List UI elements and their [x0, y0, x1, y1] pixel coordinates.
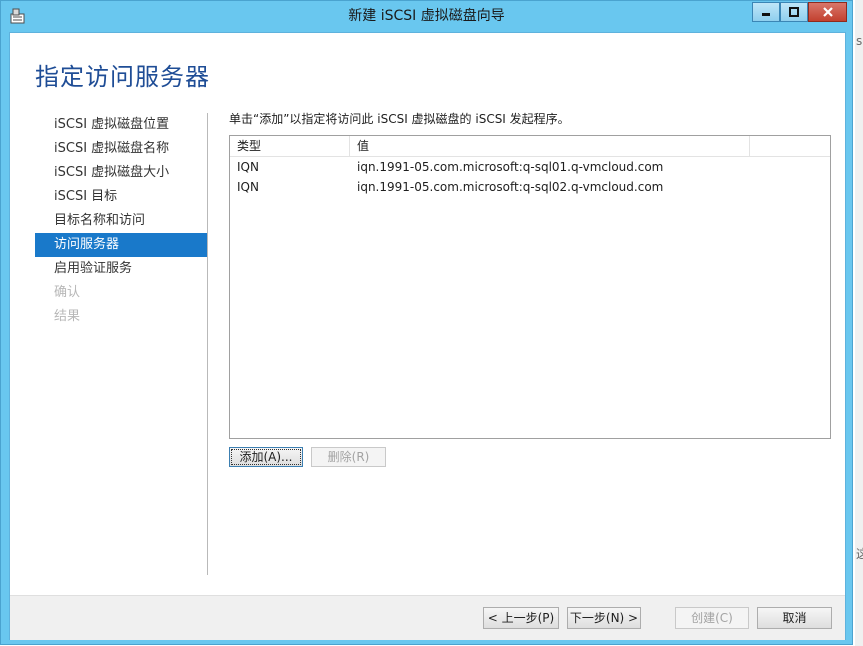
- cancel-button[interactable]: 取消: [757, 607, 832, 629]
- maximize-button[interactable]: [780, 2, 808, 22]
- background-text-fragment: 这: [856, 547, 863, 561]
- add-button[interactable]: 添加(A)...: [229, 447, 303, 467]
- maximize-icon: [789, 7, 799, 17]
- nav-step-8: 确认: [54, 285, 81, 300]
- next-button[interactable]: 下一步(N) >: [567, 607, 641, 629]
- nav-step-9: 结果: [54, 309, 81, 324]
- wizard-window: 新建 iSCSI 虚拟磁盘向导 指定访问服务器 iSCSI 虚拟磁盘位置 iSCS…: [0, 0, 853, 645]
- column-header-empty[interactable]: [750, 136, 831, 156]
- wizard-step-nav: iSCSI 虚拟磁盘位置 iSCSI 虚拟磁盘名称 iSCSI 虚拟磁盘大小 iSCS…: [35, 113, 207, 329]
- background-text-fragment: s: [856, 34, 863, 48]
- row-type: IQN: [237, 160, 259, 174]
- close-button[interactable]: [808, 2, 847, 22]
- nav-step-3[interactable]: iSCSI 虚拟磁盘大小: [35, 161, 207, 185]
- list-row[interactable]: IQN iqn.1991-05.com.microsoft:q-sql02.q-…: [230, 177, 830, 197]
- nav-step-6[interactable]: 访问服务器: [35, 233, 207, 257]
- list-row[interactable]: IQN iqn.1991-05.com.microsoft:q-sql01.q-…: [230, 157, 830, 177]
- wizard-client-area: 指定访问服务器 iSCSI 虚拟磁盘位置 iSCSI 虚拟磁盘名称 iSCSI 虚拟…: [9, 32, 846, 640]
- nav-step-7[interactable]: 启用验证服务: [35, 257, 207, 281]
- previous-button[interactable]: < 上一步(P): [483, 607, 559, 629]
- create-button[interactable]: 创建(C): [675, 607, 749, 629]
- column-header-value[interactable]: 值: [350, 136, 750, 156]
- minimize-button[interactable]: [752, 2, 780, 22]
- nav-step-4[interactable]: iSCSI 目标: [35, 185, 207, 209]
- initiator-list[interactable]: 类型 值 IQN iqn.1991-05.com.microsoft:q-sql…: [229, 135, 831, 439]
- row-value: iqn.1991-05.com.microsoft:q-sql01.q-vmcl…: [357, 160, 664, 174]
- wizard-footer: < 上一步(P) 下一步(N) > 创建(C) 取消: [10, 595, 845, 640]
- window-title: 新建 iSCSI 虚拟磁盘向导: [348, 8, 505, 24]
- row-type: IQN: [237, 180, 259, 194]
- nav-step-1[interactable]: iSCSI 虚拟磁盘位置: [35, 113, 207, 137]
- nav-divider: [207, 113, 208, 575]
- minimize-icon: [762, 13, 770, 16]
- page-title: 指定访问服务器: [35, 63, 210, 91]
- nav-step-2[interactable]: iSCSI 虚拟磁盘名称: [35, 137, 207, 161]
- title-bar[interactable]: 新建 iSCSI 虚拟磁盘向导: [1, 1, 852, 32]
- remove-button[interactable]: 删除(R): [311, 447, 386, 467]
- list-header: 类型 值: [230, 136, 830, 157]
- nav-step-5[interactable]: 目标名称和访问: [35, 209, 207, 233]
- column-header-type[interactable]: 类型: [230, 136, 350, 156]
- row-value: iqn.1991-05.com.microsoft:q-sql02.q-vmcl…: [357, 180, 664, 194]
- close-icon: [822, 7, 833, 17]
- instruction-text: 单击“添加”以指定将访问此 iSCSI 虚拟磁盘的 iSCSI 发起程序。: [229, 112, 570, 126]
